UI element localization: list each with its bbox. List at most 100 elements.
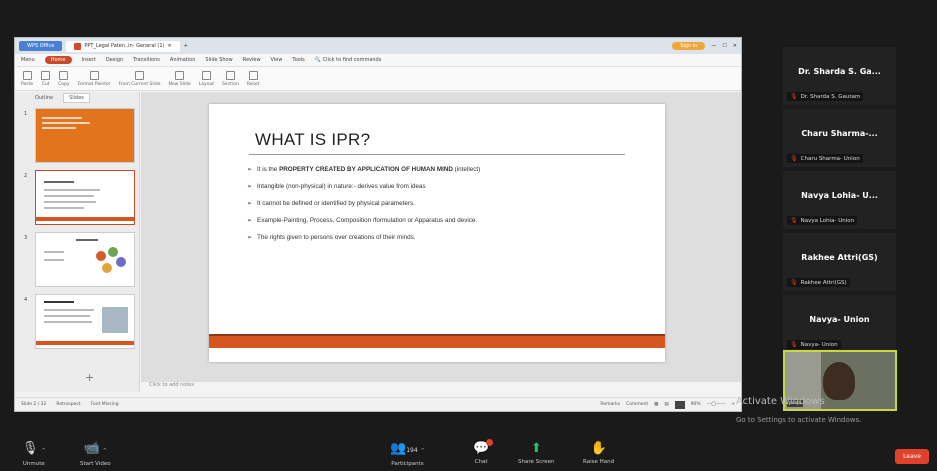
zoom-slider[interactable]: —◯—— [707,402,726,407]
paste-button[interactable]: Paste [21,70,34,87]
zoom-meeting-window: WPS Office PPT_Legal Paten..in- General … [0,0,937,471]
paste-icon [22,70,32,80]
wps-office-tab[interactable]: WPS Office [19,41,63,51]
bullet-1-bold: PROPERTY CREATED BY APPLICATION OF HUMAN… [279,166,453,173]
document-tab[interactable]: PPT_Legal Paten..in- General (1) ✕ [66,40,180,52]
participant-sub: Charu Sharma- Union [800,155,860,162]
comment-button[interactable]: Comment [626,402,648,407]
slide-thumbnail-4[interactable]: 4 [24,294,135,349]
paste-label: Paste [21,81,34,87]
new-slide-button[interactable]: New Slide [169,70,191,87]
ppt-file-icon [74,42,82,50]
shared-screen: WPS Office PPT_Legal Paten..in- General … [14,37,742,412]
menu-item-design[interactable]: Design [106,57,123,63]
command-search[interactable]: 🔍 Click to find commands [315,57,382,63]
font-missing-indicator[interactable]: Font Missing [91,402,119,407]
participant-tile[interactable]: Rakhee Attri(GS) 🎙 Rakhee Attri(GS) [783,233,896,291]
normal-view-icon[interactable]: ▦ [654,402,658,407]
menu-item-tools[interactable]: Tools [292,57,304,63]
maximize-icon[interactable]: ☐ [722,43,726,49]
cut-label: Cut [41,81,50,87]
wps-menubar: Menu Home Insert Design Transitions Anim… [15,54,741,67]
participant-sub: Navya- Union [800,341,838,348]
menu-item-animation[interactable]: Animation [170,57,196,63]
participant-tile[interactable]: Dr. Sharda S. Ga... 🎙 Dr. Sharda S. Gauta… [783,47,896,105]
cut-button[interactable]: Cut [41,70,51,87]
participants-icon: 👥194 ^ [390,441,425,456]
chat-button[interactable]: 💬 Chat [473,439,494,465]
bullet-item: It is the PROPERTY CREATED BY APPLICATIO… [247,162,497,178]
participant-gallery: Dr. Sharda S. Ga... 🎙 Dr. Sharda S. Gauta… [783,47,896,357]
start-video-label: Start Video [80,461,111,467]
menu-item-view[interactable]: View [271,57,283,63]
share-screen-label: Share Screen [518,459,555,465]
participant-sub: Dr. Sharda S. Gautam [800,93,861,100]
slide-thumbnail-1[interactable]: 1 [24,108,135,163]
tab-outline[interactable]: Outline [35,95,53,101]
document-tab-label: PPT_Legal Paten..in- General (1) [84,43,165,49]
new-tab-icon[interactable]: + [184,43,188,49]
layout-button[interactable]: Layout [198,70,215,87]
tab-slides[interactable]: Slides [63,93,90,103]
slide-canvas: WHAT IS IPR? It is the PROPERTY CREATED … [141,92,741,382]
participant-tile[interactable]: Navya Lohia- U... 🎙 Navya Lohia- Union [783,171,896,229]
menu-item-slide-show[interactable]: Slide Show [205,57,232,63]
from-current-slide-button[interactable]: From Current Slide [119,70,161,87]
video-off-icon: 📹 ^ [83,441,107,456]
menu-item-home[interactable]: Home [44,56,72,64]
sign-in-button[interactable]: Sign in [672,42,706,50]
wps-statusbar: Slide 2 / 32 Retrospect Font Missing Rem… [15,397,741,411]
participant-name: Rakhee Attri(GS) [801,253,878,262]
reset-button[interactable]: Reset [247,70,259,87]
participant-tile[interactable]: Navya- Union 🎙 Navya- Union [783,295,896,353]
participant-label: 🎙 Rakhee Attri(GS) [787,278,850,287]
participant-tile[interactable]: Charu Sharma-... 🎙 Charu Sharma- Union [783,109,896,167]
remarks-button[interactable]: Remarks [600,402,620,407]
close-tab-icon[interactable]: ✕ [167,43,171,49]
leave-button[interactable]: Leave [895,449,929,464]
bullet-item: The rights given to persons over creatio… [247,230,497,246]
format-painter-button[interactable]: Format Painter [78,70,111,87]
section-button[interactable]: Section [222,70,239,87]
menu-item-insert[interactable]: Insert [82,57,96,63]
notes-placeholder[interactable]: Click to add notes [149,382,194,388]
menu-item-menu[interactable]: Menu [21,57,35,63]
copy-button[interactable]: Copy [58,70,70,87]
participant-name: Navya- Union [809,315,870,324]
start-video-button[interactable]: 📹 ^ Start Video [80,441,111,468]
slide-number: 2 [24,173,28,179]
unmute-button[interactable]: 🎙 ^ Unmute [22,441,46,468]
raise-hand-button[interactable]: ✋ Raise Hand [583,442,614,466]
participant-label: 🎙 Navya- Union [787,340,841,349]
participants-button[interactable]: 👥194 ^ Participants [390,441,425,468]
close-window-icon[interactable]: ✕ [733,43,737,49]
title-underline [249,154,625,155]
current-slide[interactable]: WHAT IS IPR? It is the PROPERTY CREATED … [209,104,665,362]
command-search-label: Click to find commands [322,57,382,63]
section-icon [225,70,235,80]
zoom-level[interactable]: 90% [691,402,701,407]
sorter-view-icon[interactable]: ▤ [664,402,668,407]
minimize-icon[interactable]: — [711,43,716,49]
bullet-item: Intangible (non-physical) in nature:- de… [247,179,497,195]
zoom-in-icon[interactable]: + [731,402,735,407]
slide-thumbnail-3[interactable]: 3 [24,232,135,287]
muted-mic-icon: 🎙 ^ [22,441,46,456]
slide-footer-bar [209,334,665,348]
layout-label: Layout [198,81,215,87]
participant-label: 🎙 Charu Sharma- Union [787,154,863,163]
share-screen-button[interactable]: ⬆ Share Screen [518,442,555,466]
activate-windows-subtext: Go to Settings to activate Windows. [736,416,862,424]
chat-label: Chat [474,459,488,465]
slide-number: 1 [24,111,28,117]
bullet-item: Example-Painting, Process, Composition /… [247,213,497,229]
add-slide-button[interactable]: + [85,371,94,384]
slide-thumbnail-2[interactable]: 2 [24,170,135,225]
play-slideshow-icon[interactable] [674,400,685,409]
menu-item-review[interactable]: Review [243,57,261,63]
chat-icon: 💬 [473,439,494,456]
muted-mic-icon: 🎙 [790,93,798,100]
theme-name: Retrospect [56,402,81,407]
meeting-toolbar: 🎙 ^ Unmute 📹 ^ Start Video 👥194 ^ Participa… [0,436,937,471]
menu-item-transitions[interactable]: Transitions [133,57,160,63]
